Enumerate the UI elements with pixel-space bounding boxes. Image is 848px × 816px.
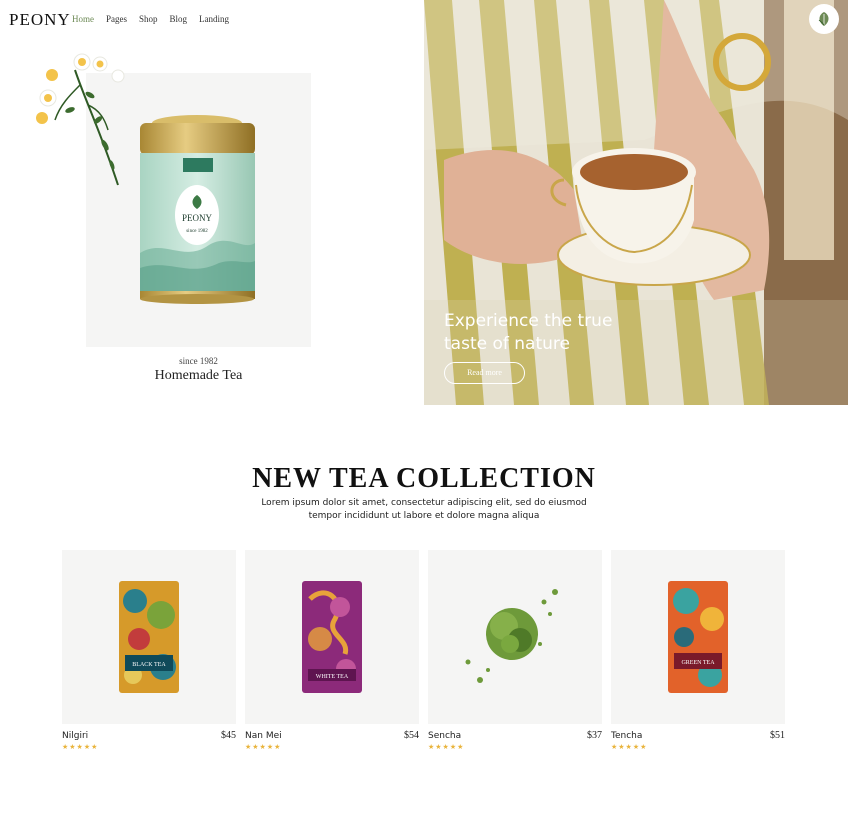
product-price: $45	[221, 730, 236, 741]
tea-can-image: PEONY since 1982	[140, 115, 255, 304]
product-price: $54	[404, 730, 419, 741]
hero-headline-line1: Experience the true	[444, 311, 613, 331]
chamomile-illustration	[36, 53, 125, 186]
product-name[interactable]: Nilgiri	[62, 731, 88, 741]
hero-since: since 1982	[179, 356, 218, 366]
nav-shop[interactable]: Shop	[139, 14, 158, 24]
green-tea-pouch: GREEN TEA	[668, 581, 728, 693]
can-brand: PEONY	[182, 213, 213, 223]
nav-home[interactable]: Home	[72, 14, 94, 24]
nav-pages[interactable]: Pages	[106, 14, 127, 24]
product-card[interactable]: BLACK TEA Nilgiri $45 ★★★★★	[62, 550, 236, 751]
pouch-label: BLACK TEA	[132, 662, 166, 668]
product-name[interactable]: Nan Mei	[245, 731, 282, 741]
leaf-icon	[818, 12, 829, 26]
product-card[interactable]: Sencha $37 ★★★★★	[428, 550, 602, 751]
hero-title: Homemade Tea	[154, 368, 243, 383]
collection-desc-line1: Lorem ipsum dolor sit amet, consectetur …	[261, 498, 587, 508]
white-tea-pouch: WHITE TEA	[302, 581, 362, 693]
read-more-button[interactable]: Read more	[444, 362, 525, 384]
collection-title: NEW TEA COLLECTION	[252, 463, 596, 494]
product-image[interactable]: GREEN TEA	[611, 550, 785, 724]
black-tea-pouch: BLACK TEA	[119, 581, 179, 693]
product-price: $37	[587, 730, 602, 741]
main-nav: Home Pages Shop Blog Landing	[72, 14, 229, 24]
product-image[interactable]	[428, 550, 602, 724]
rating-stars: ★★★★★	[245, 744, 282, 751]
pouch-label: GREEN TEA	[681, 660, 715, 666]
hero-headline: Experience the true taste of nature	[444, 310, 612, 356]
product-card[interactable]: WHITE TEA Nan Mei $54 ★★★★★	[245, 550, 419, 751]
product-image[interactable]: BLACK TEA	[62, 550, 236, 724]
product-grid: BLACK TEA Nilgiri $45 ★★★★★ WHITE TEA Na…	[62, 550, 785, 751]
product-name[interactable]: Tencha	[611, 731, 642, 741]
product-price: $51	[770, 730, 785, 741]
hero-headline-line2: taste of nature	[444, 334, 570, 354]
product-name[interactable]: Sencha	[428, 731, 461, 741]
collection-description: Lorem ipsum dolor sit amet, consectetur …	[224, 497, 624, 523]
nav-landing[interactable]: Landing	[199, 14, 229, 24]
product-card[interactable]: GREEN TEA Tencha $51 ★★★★★	[611, 550, 785, 751]
pouch-label: WHITE TEA	[316, 674, 349, 680]
collection-desc-line2: tempor incididunt ut labore et dolore ma…	[308, 511, 540, 521]
rating-stars: ★★★★★	[428, 744, 465, 751]
rating-stars: ★★★★★	[611, 744, 648, 751]
rating-stars: ★★★★★	[62, 744, 99, 751]
can-since: since 1982	[186, 229, 208, 234]
nav-blog[interactable]: Blog	[170, 14, 188, 24]
brand-badge[interactable]	[809, 4, 839, 34]
loose-leaf-tea	[465, 589, 558, 683]
site-logo[interactable]: PEONY	[9, 10, 71, 30]
hero-photo-banner: Experience the true taste of nature Read…	[424, 0, 848, 405]
product-image[interactable]: WHITE TEA	[245, 550, 419, 724]
